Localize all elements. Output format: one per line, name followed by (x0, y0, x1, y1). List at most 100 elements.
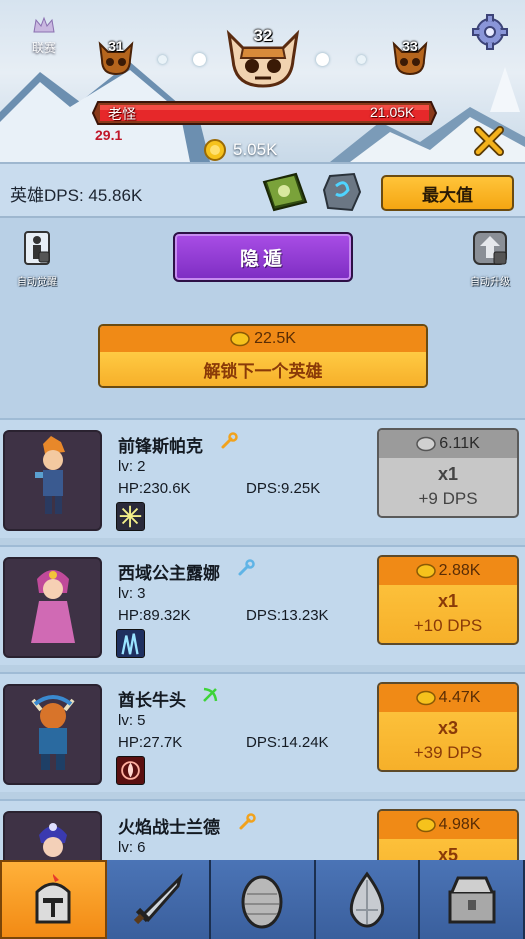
gold-coin-icon (415, 690, 436, 706)
hero-dps: DPS:14.24K (246, 734, 329, 751)
hero-level: lv: 6 (118, 839, 146, 856)
level-up-button[interactable]: 4.47K x3 +39 DPS (377, 682, 519, 772)
hero-dps-total: 英雄DPS: 45.86K (10, 186, 143, 205)
auto-upgrade-icon (473, 231, 507, 265)
lightning-skill-icon[interactable] (116, 502, 145, 531)
auto-upgrade-toggle[interactable]: 自动升级 (464, 230, 516, 288)
damage-number: 29.1 (95, 127, 123, 143)
unlock-label: 解锁下一个英雄 (100, 352, 426, 386)
fire-skill-icon[interactable] (116, 756, 145, 785)
stage-dot (193, 53, 206, 66)
gear-icon[interactable] (472, 14, 508, 50)
league-label: 联赛 (31, 41, 56, 55)
tab-chest[interactable] (420, 860, 525, 939)
hero-sprite (31, 570, 75, 643)
level-up-gain: +39 DPS (413, 743, 483, 762)
stage-next-number: 33 (402, 38, 418, 54)
hero-name: 火焰战士兰德 (118, 818, 220, 837)
rune-stone-icon[interactable] (322, 172, 362, 212)
hero-level: lv: 2 (118, 458, 146, 475)
hero-portrait[interactable] (3, 811, 102, 860)
auto-awaken-label: 自动觉醒 (17, 277, 57, 288)
unlock-cost: 22.5K (254, 330, 296, 347)
hero-row: 酋长牛头 lv: 5 HP:27.7K DPS:14.24K 4.47K x3 … (0, 672, 525, 792)
gold-coin-icon (415, 563, 436, 579)
hero-hp: HP:27.7K (118, 734, 183, 751)
hero-level: lv: 3 (118, 585, 146, 602)
ice-skill-icon[interactable] (116, 629, 145, 658)
gem-icon (349, 870, 385, 928)
bottom-nav (0, 860, 525, 939)
level-up-button[interactable]: 4.98K x5 (377, 809, 519, 860)
hero-name: 酋长牛头 (118, 691, 186, 710)
hero-portrait[interactable] (3, 557, 102, 658)
stage-dot (158, 55, 167, 64)
max-button[interactable]: 最大值 (381, 175, 514, 211)
stage-current-number: 32 (253, 26, 273, 45)
close-icon[interactable] (472, 125, 506, 157)
retreat-button[interactable]: 隐遁 (173, 232, 353, 282)
hero-row: 前锋斯帕克 lv: 2 HP:230.6K DPS:9.25K 6.11K x1… (0, 418, 525, 538)
hero-list: 前锋斯帕克 lv: 2 HP:230.6K DPS:9.25K 6.11K x1… (0, 418, 525, 860)
silver-coin-icon (416, 436, 436, 452)
stage-dot (357, 55, 366, 64)
treasure-chest-icon (448, 876, 496, 923)
hero-level: lv: 5 (118, 712, 146, 729)
stage-prev-skull: 31 (96, 38, 136, 78)
level-up-multiplier: x1 (437, 591, 459, 611)
book-icon[interactable] (260, 172, 310, 212)
level-up-multiplier: x5 (437, 845, 459, 860)
hero-name: 前锋斯帕克 (118, 437, 203, 456)
tab-heroes[interactable] (0, 860, 107, 939)
league-button[interactable]: 联赛 (22, 16, 66, 56)
hero-dps: DPS:9.25K (246, 480, 321, 497)
enemy-hp-value: 21.05K (370, 104, 415, 120)
level-up-button[interactable]: 2.88K x1 +10 DPS (377, 555, 519, 645)
level-up-cost: 2.88K (438, 562, 481, 579)
hero-hp: HP:230.6K (118, 480, 191, 497)
gold-coin-icon (204, 139, 226, 161)
awaken-statue-icon (24, 231, 50, 265)
wrench-icon (238, 559, 255, 576)
gold-coin-icon (415, 817, 436, 833)
tab-weapons[interactable] (106, 860, 212, 939)
auto-upgrade-label: 自动升级 (470, 277, 510, 288)
level-up-gain: +10 DPS (413, 616, 483, 635)
tab-egg[interactable] (211, 860, 316, 939)
level-up-gain: +9 DPS (418, 489, 478, 508)
level-up-multiplier: x1 (437, 464, 459, 484)
level-up-multiplier: x3 (437, 718, 459, 738)
level-up-cost: 6.11K (439, 435, 480, 452)
hero-sprite (39, 823, 67, 857)
auto-awaken-toggle[interactable]: 自动觉醒 (12, 230, 62, 288)
wrench-icon (239, 813, 256, 830)
dps-bar: 英雄DPS: 45.86K 最大值 (0, 162, 525, 218)
gold-amount: 5.05K (233, 140, 278, 159)
wrench-icon (221, 432, 238, 449)
level-up-button[interactable]: 6.11K x1 +9 DPS (377, 428, 519, 518)
helmet-icon (35, 873, 71, 923)
gold-display: 5.05K (203, 139, 277, 161)
hero-dps: DPS:13.23K (246, 607, 329, 624)
hero-name: 西域公主露娜 (118, 564, 220, 583)
hero-sprite (31, 695, 75, 770)
hero-sprite (35, 436, 65, 514)
hero-portrait[interactable] (3, 684, 102, 785)
enemy-name: 老怪 (108, 106, 136, 122)
egg-icon (241, 875, 283, 928)
stage-dot (316, 53, 329, 66)
stage-current-skull: 32 (225, 26, 301, 90)
bow-icon (203, 687, 218, 702)
unlock-next-hero-button[interactable]: 22.5K 解锁下一个英雄 (98, 324, 428, 388)
level-up-cost: 4.47K (438, 689, 481, 706)
tab-gems[interactable] (315, 860, 421, 939)
crown-icon (33, 16, 55, 33)
level-up-cost: 4.98K (438, 816, 481, 833)
stage-next-skull: 33 (390, 38, 430, 78)
hero-hp: HP:89.32K (118, 607, 191, 624)
hero-panel: 自动觉醒 隐遁 自动升级 22.5K 解锁下一个英雄 (0, 218, 525, 418)
stage-prev-number: 31 (108, 38, 124, 54)
hero-portrait[interactable] (3, 430, 102, 531)
hero-row: 火焰战士兰德 lv: 6 4.98K x5 (0, 799, 525, 860)
sword-icon (133, 872, 183, 924)
